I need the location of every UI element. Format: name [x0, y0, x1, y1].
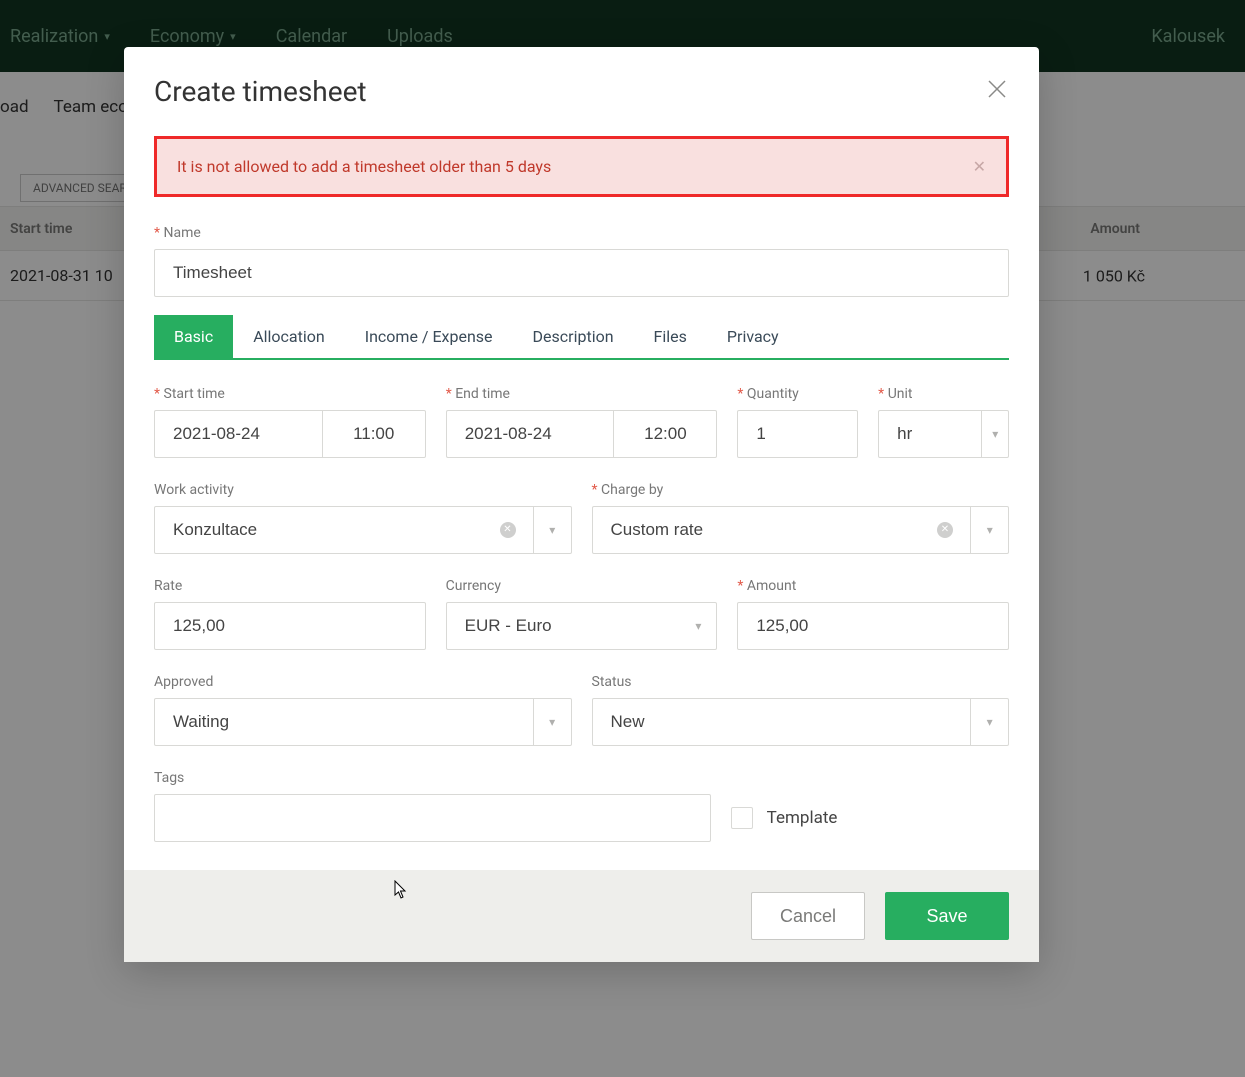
tab-basic[interactable]: Basic [154, 315, 233, 358]
status-label: Status [592, 674, 1010, 690]
amount-input[interactable] [737, 602, 1009, 650]
charge-by-label: Charge by [592, 482, 1010, 498]
start-time-label: Start time [154, 386, 426, 402]
alert-close-icon[interactable]: ✕ [973, 157, 986, 176]
quantity-label: Quantity [737, 386, 858, 402]
rate-label: Rate [154, 578, 426, 594]
work-activity-label: Work activity [154, 482, 572, 498]
tags-label: Tags [154, 770, 711, 786]
template-checkbox[interactable] [731, 807, 753, 829]
currency-label: Currency [446, 578, 718, 594]
tab-income-expense[interactable]: Income / Expense [345, 315, 513, 358]
tab-files[interactable]: Files [634, 315, 707, 358]
chevron-down-icon[interactable]: ▾ [971, 506, 1009, 554]
tab-allocation[interactable]: Allocation [233, 315, 345, 358]
unit-select[interactable] [878, 410, 982, 458]
start-time-input[interactable] [322, 410, 426, 458]
status-select[interactable] [592, 698, 972, 746]
amount-label: Amount [737, 578, 1009, 594]
end-time-input[interactable] [613, 410, 717, 458]
chevron-down-icon[interactable]: ▾ [534, 506, 572, 554]
tab-description[interactable]: Description [513, 315, 634, 358]
name-input[interactable] [154, 249, 1009, 297]
tab-privacy[interactable]: Privacy [707, 315, 799, 358]
approved-label: Approved [154, 674, 572, 690]
close-icon[interactable] [985, 77, 1009, 107]
end-time-label: End time [446, 386, 718, 402]
error-alert: It is not allowed to add a timesheet old… [154, 136, 1009, 197]
rate-input[interactable] [154, 602, 426, 650]
template-label: Template [767, 808, 838, 828]
tags-input[interactable] [154, 794, 711, 842]
end-date-input[interactable] [446, 410, 614, 458]
save-button[interactable]: Save [885, 892, 1009, 940]
alert-text: It is not allowed to add a timesheet old… [177, 157, 551, 176]
create-timesheet-modal: Create timesheet It is not allowed to ad… [124, 47, 1039, 962]
chevron-down-icon[interactable]: ▾ [971, 698, 1009, 746]
chevron-down-icon[interactable]: ▾ [534, 698, 572, 746]
start-date-input[interactable] [154, 410, 322, 458]
clear-icon[interactable]: ✕ [937, 522, 953, 538]
clear-icon[interactable]: ✕ [500, 522, 516, 538]
quantity-input[interactable] [737, 410, 858, 458]
work-activity-select[interactable] [154, 506, 534, 554]
tabs: Basic Allocation Income / Expense Descri… [154, 315, 1009, 360]
modal-title: Create timesheet [154, 75, 367, 108]
currency-select[interactable] [446, 602, 718, 650]
cancel-button[interactable]: Cancel [751, 892, 865, 940]
unit-label: Unit [878, 386, 1009, 402]
name-label: Name [154, 225, 1009, 241]
approved-select[interactable] [154, 698, 534, 746]
charge-by-select[interactable] [592, 506, 972, 554]
chevron-down-icon[interactable]: ▾ [982, 410, 1009, 458]
